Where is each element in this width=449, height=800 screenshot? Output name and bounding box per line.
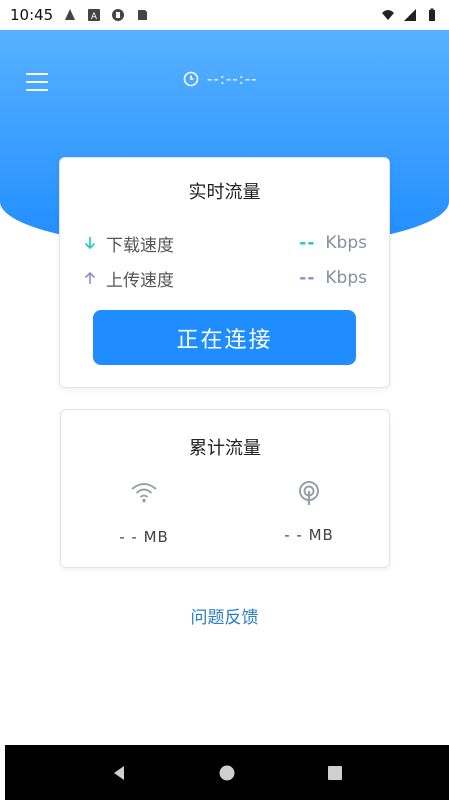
status-time: 10:45: [10, 6, 54, 24]
upload-label: 上传速度: [106, 270, 174, 291]
status-bar: 10:45 A: [0, 0, 449, 30]
download-speed: -- Kbps: [299, 233, 367, 253]
mobile-usage-value: - - MB: [284, 526, 334, 544]
wifi-icon: [131, 483, 157, 503]
connect-button[interactable]: 正在连接: [93, 310, 356, 365]
download-row: 下载速度 -- Kbps: [82, 231, 367, 256]
navigation-bar: [5, 745, 449, 800]
wifi-status-icon: [382, 10, 394, 20]
timer-text: --:--:--: [207, 70, 258, 88]
wifi-usage-value: - - MB: [119, 528, 169, 546]
a-box-icon: A: [88, 9, 101, 22]
total-title: 累计流量: [189, 438, 261, 459]
sd-card-icon: [138, 10, 148, 20]
upload-value: --: [299, 268, 316, 288]
notification-icons: A: [63, 8, 149, 22]
connection-timer: --:--:--: [183, 70, 258, 88]
download-value: --: [299, 233, 316, 253]
upload-unit: Kbps: [325, 268, 367, 288]
system-icons: [381, 8, 439, 22]
sail-icon: [65, 9, 76, 20]
feedback-link[interactable]: 问题反馈: [0, 603, 449, 628]
mobile-usage: - - MB: [259, 480, 359, 544]
upload-row: 上传速度 -- Kbps: [82, 266, 367, 291]
realtime-traffic-card: 实时流量 下载速度 -- Kbps 上传速度 -- Kbps 正在连接: [59, 157, 390, 388]
signal-icon: [404, 9, 416, 21]
clock-icon: [183, 71, 199, 87]
realtime-title: 实时流量: [188, 182, 261, 203]
total-traffic-card: 累计流量 - - MB - - MB: [60, 409, 390, 568]
svg-text:A: A: [91, 12, 98, 22]
upload-speed: -- Kbps: [299, 268, 367, 288]
download-label: 下载速度: [106, 235, 174, 256]
wifi-usage: - - MB: [94, 480, 194, 546]
arrow-down-icon: [84, 237, 96, 250]
home-icon[interactable]: [218, 764, 236, 782]
menu-icon[interactable]: [26, 73, 48, 91]
recents-icon[interactable]: [326, 764, 344, 782]
cellular-antenna-icon: [299, 481, 319, 505]
app-circle-icon: [112, 9, 125, 21]
arrow-up-icon: [84, 271, 96, 284]
battery-icon: [429, 8, 435, 21]
download-unit: Kbps: [325, 233, 367, 253]
back-icon[interactable]: [110, 764, 128, 782]
